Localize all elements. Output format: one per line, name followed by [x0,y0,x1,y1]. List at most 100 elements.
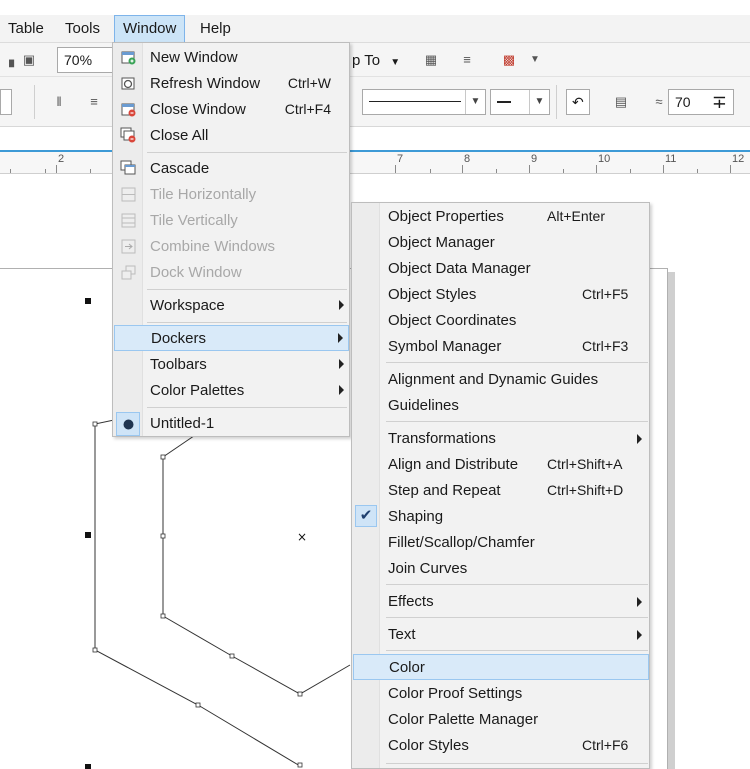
launch-dropdown-icon[interactable]: ▼ [526,51,544,69]
docker-item-text[interactable]: Text [353,622,649,648]
chevron-down-icon[interactable]: ▼ [529,90,549,114]
menu-separator [386,763,648,764]
docker-item-step-repeat[interactable]: Step and Repeat Ctrl+Shift+D [353,478,649,504]
menu-table[interactable]: Table [0,15,52,43]
ruler-tick [730,165,731,173]
menu-separator [386,362,648,363]
docker-item-object-manager[interactable]: Object Manager [353,230,649,256]
menu-item-close-all[interactable]: Close All [114,123,349,149]
wrap-text-icon[interactable]: ▤ [612,93,630,111]
menu-item-label: Step and Repeat [388,482,501,499]
cascade-icon [120,160,136,175]
docker-item-color-palette-manager[interactable]: Color Palette Manager [353,707,649,733]
size-field[interactable] [0,89,12,115]
menu-item-refresh-window[interactable]: Refresh Window Ctrl+W [114,71,349,97]
checklist-icon[interactable]: ≡ [458,51,476,69]
docker-item-color-proof-settings[interactable]: Color Proof Settings [353,681,649,707]
ruler-label: 8 [464,153,471,165]
docker-item-object-styles[interactable]: Object Styles Ctrl+F5 [353,282,649,308]
menu-item-label: Color Proof Settings [388,685,523,702]
menu-item-combine-windows: Combine Windows [114,234,349,260]
docker-item-fillet-scallop-chamfer[interactable]: Fillet/Scallop/Chamfer [353,530,649,556]
smoothing-field[interactable]: 70 ∓ [668,89,734,115]
page-shadow [668,272,675,769]
docker-item-object-properties[interactable]: Object Properties Alt+Enter [353,204,649,230]
docker-item-symbol-manager[interactable]: Symbol Manager Ctrl+F3 [353,334,649,360]
menu-item-label: Join Curves [388,560,468,577]
document-bullet-icon [123,419,134,430]
ruler-tick [56,165,57,173]
menu-item-untitled-1[interactable]: Untitled-1 [114,411,349,437]
menu-item-shortcut: Ctrl+Shift+A [547,456,623,472]
docker-item-object-data-manager[interactable]: Object Data Manager [353,256,649,282]
menu-separator [386,584,648,585]
ruler-tick [90,169,91,173]
menu-item-shortcut: Ctrl+F3 [582,338,629,354]
menu-item-close-window[interactable]: Close Window Ctrl+F4 [114,97,349,123]
ruler-tick [462,165,463,173]
menu-separator [386,650,648,651]
menu-item-label: Cascade [150,160,210,177]
menu-tools[interactable]: Tools [57,15,108,43]
menu-item-label: Refresh Window [150,75,261,92]
menu-help[interactable]: Help [192,15,239,43]
chevron-down-icon[interactable]: ▼ [465,90,485,114]
menu-item-label: Color Palettes [150,382,245,399]
close-curve-button[interactable]: ↶ [566,89,590,115]
ruler-tick [663,165,664,173]
snap-to-label: p To [352,52,381,69]
launch-icon[interactable]: ▩ [500,51,518,69]
menu-window[interactable]: Window [114,15,186,43]
menu-item-cascade[interactable]: Cascade [114,156,349,182]
docker-item-object-coordinates[interactable]: Object Coordinates [353,308,649,334]
docker-item-color-styles[interactable]: Color Styles Ctrl+F6 [353,733,649,759]
menu-item-label: Tile Horizontally [150,186,257,203]
ruler-label: 9 [531,153,538,165]
zoom-level-combo[interactable]: 70% [57,47,119,73]
menu-item-new-window[interactable]: New Window [114,45,349,71]
menu-item-label: Close All [150,127,209,144]
docker-item-transformations[interactable]: Transformations [353,426,649,452]
export-icon[interactable]: ▣ [20,51,38,69]
toolbar-fragment-icon[interactable]: ▗ [0,51,18,69]
menu-item-toolbars[interactable]: Toolbars [114,352,349,378]
smoothing-value: 70 [675,94,691,110]
menu-item-label: Fillet/Scallop/Chamfer [388,534,535,551]
menu-item-label: Color [389,659,425,676]
ruler-tick [596,165,597,173]
menu-separator [147,152,347,153]
menu-item-color-palettes[interactable]: Color Palettes [114,378,349,404]
menu-item-workspace[interactable]: Workspace [114,293,349,319]
docker-item-join-curves[interactable]: Join Curves [353,556,649,582]
docker-item-effects[interactable]: Effects [353,589,649,615]
menu-item-label: Text [388,626,416,643]
snap-to-button[interactable]: p To ▼ [352,52,400,69]
dock-window-icon [121,265,136,280]
docker-item-alignment-dynamic-guides[interactable]: Alignment and Dynamic Guides [353,367,649,393]
menu-item-dockers[interactable]: Dockers [114,325,349,351]
tile-horizontally-icon [121,187,136,202]
submenu-arrow-icon [339,385,344,395]
docker-item-color[interactable]: Color [353,654,649,680]
slider-handle-icon[interactable]: ∓ [712,90,727,114]
ruler-label: 11 [665,153,677,165]
options-icon[interactable]: ▦ [422,51,440,69]
submenu-arrow-icon [338,333,343,343]
tile-vertically-icon [121,213,136,228]
mirror-horizontal-icon[interactable]: ‖ [50,93,68,111]
ruler-tick [529,165,530,173]
menu-item-label: Object Data Manager [388,260,531,277]
ruler-label: 12 [732,153,745,165]
line-end-combo[interactable]: ▼ [490,89,550,115]
close-window-icon [121,103,136,117]
docker-item-guidelines[interactable]: Guidelines [353,393,649,419]
mirror-vertical-icon[interactable]: ≡ [85,93,103,111]
docker-item-align-distribute[interactable]: Align and Distribute Ctrl+Shift+A [353,452,649,478]
menu-item-label: Toolbars [150,356,207,373]
combine-windows-icon [121,239,136,254]
menu-item-label: Color Palette Manager [388,711,539,728]
line-style-preview [369,101,461,102]
outline-style-combo[interactable]: ▼ [362,89,486,115]
docker-item-shaping[interactable]: ✔ Shaping [353,504,649,530]
menu-item-label: Color Styles [388,737,469,754]
